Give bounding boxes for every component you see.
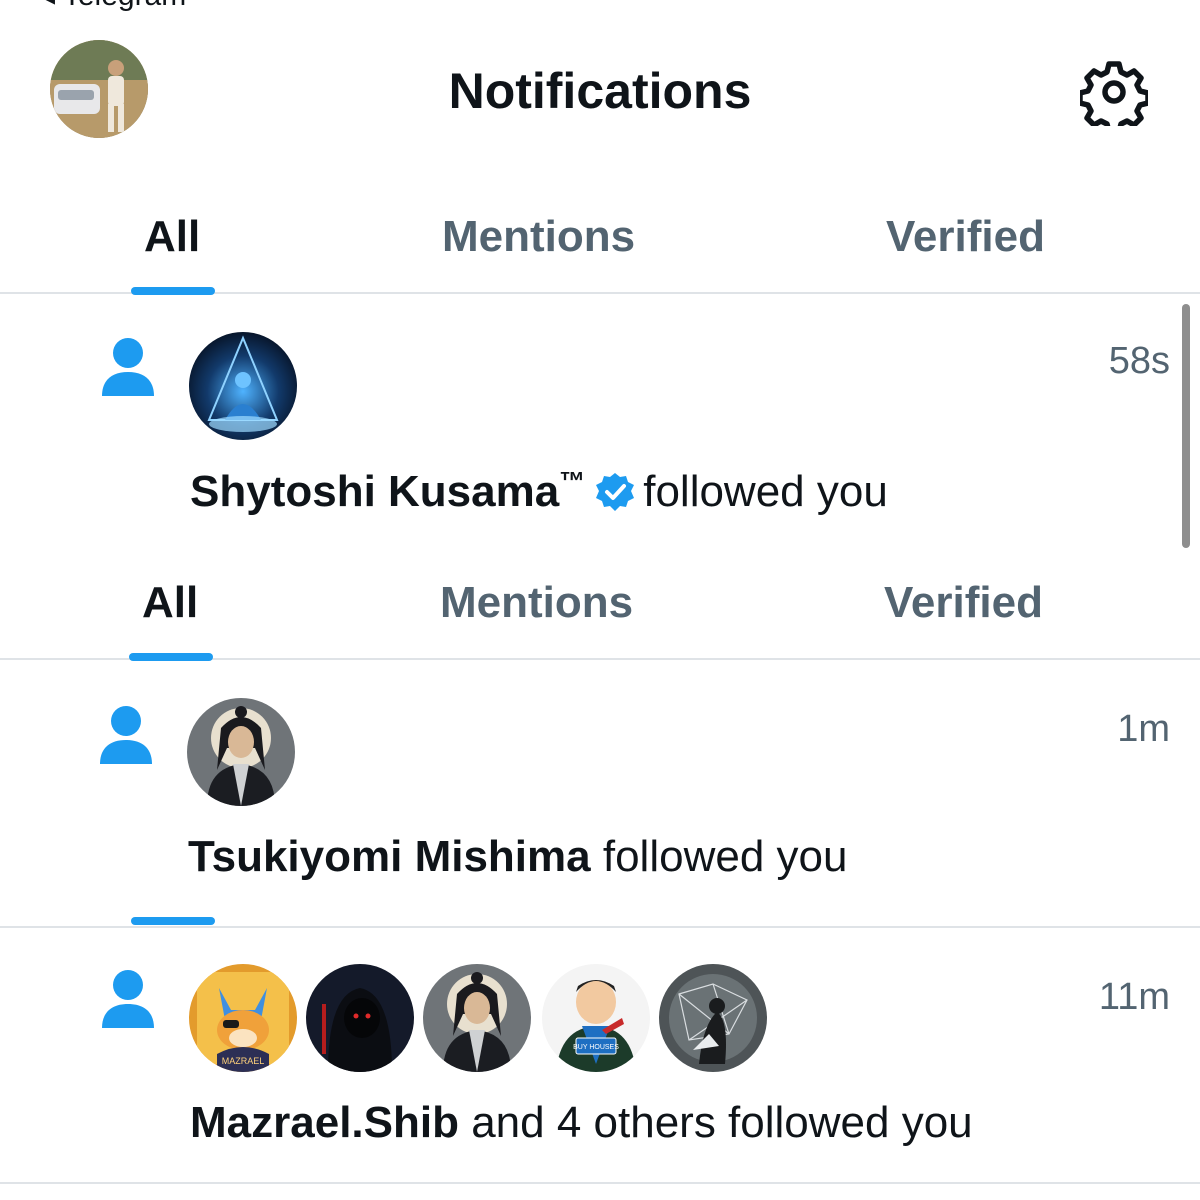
tab-bar: All Mentions Verified: [0, 550, 1200, 661]
trademark-suffix: ™: [559, 466, 586, 496]
avatar[interactable]: [189, 332, 297, 440]
person-icon: [100, 336, 156, 396]
header: Notifications: [0, 0, 1200, 180]
tab-all[interactable]: All: [142, 578, 198, 628]
avatar[interactable]: [306, 964, 414, 1072]
tab-mentions[interactable]: Mentions: [442, 212, 635, 262]
scrollbar[interactable]: [1182, 304, 1190, 548]
person-icon: [98, 704, 154, 764]
timestamp: 11m: [1098, 976, 1170, 1018]
user-name[interactable]: Tsukiyomi Mishima: [188, 832, 591, 881]
tab-bar: All Mentions Verified: [0, 184, 1200, 295]
active-tab-indicator: [129, 653, 213, 661]
active-tab-indicator: [131, 287, 215, 295]
avatar[interactable]: MAZRAEL: [189, 964, 297, 1072]
timestamp: 1m: [1117, 708, 1170, 750]
active-tab-indicator: [131, 917, 215, 925]
notification-text: Mazrael.Shib and 4 others followed you: [190, 1098, 973, 1148]
tab-verified[interactable]: Verified: [884, 578, 1043, 628]
person-icon: [100, 968, 156, 1028]
action-text: and 4 others followed you: [471, 1098, 973, 1147]
divider: [0, 1182, 1200, 1184]
gear-icon[interactable]: [1077, 58, 1151, 135]
avatar[interactable]: BUY HOUSES: [542, 964, 650, 1072]
page-title: Notifications: [448, 63, 752, 119]
verified-badge-icon: [595, 472, 635, 512]
avatar-badge-label: BUY HOUSES: [573, 1044, 619, 1051]
avatar[interactable]: [659, 964, 767, 1072]
tab-all[interactable]: All: [144, 212, 200, 262]
notification-text: Shytoshi Kusama™ followed you: [190, 466, 888, 517]
action-text: followed you: [602, 832, 848, 881]
avatar[interactable]: [187, 698, 295, 806]
action-text: followed you: [643, 467, 888, 516]
tab-mentions[interactable]: Mentions: [440, 578, 633, 628]
user-name[interactable]: Shytoshi Kusama: [190, 467, 559, 516]
notification-item[interactable]: MAZRAEL BUY HOUSES 11m Mazrael.Shib and …: [0, 928, 1200, 1190]
notification-item[interactable]: 1m Tsukiyomi Mishima followed you: [0, 662, 1200, 926]
avatar-badge-label: MAZRAEL: [222, 1056, 265, 1066]
user-name[interactable]: Mazrael.Shib: [190, 1098, 459, 1147]
avatar[interactable]: [423, 964, 531, 1072]
timestamp: 58s: [1108, 340, 1170, 382]
notification-text: Tsukiyomi Mishima followed you: [188, 832, 847, 882]
tab-verified[interactable]: Verified: [886, 212, 1045, 262]
notification-item[interactable]: 58s Shytoshi Kusama™ followed you: [0, 296, 1200, 546]
